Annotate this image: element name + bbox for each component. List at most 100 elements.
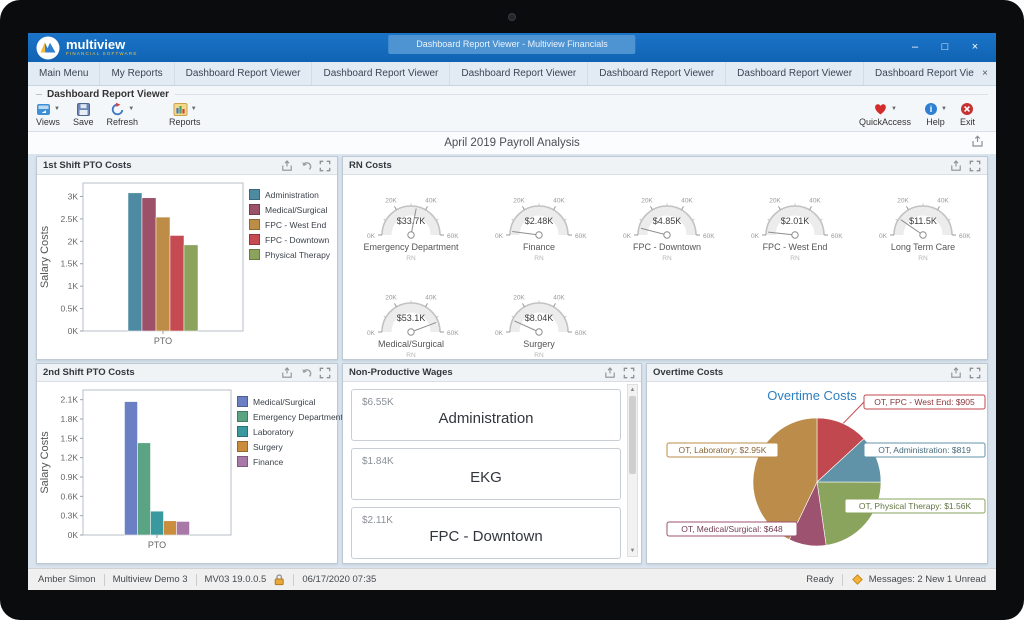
bar-physical-therapy[interactable] xyxy=(184,245,198,331)
legend-item-medical-surgical[interactable]: Medical/Surgical xyxy=(249,204,330,215)
gauge-tick-label: 0K xyxy=(367,233,376,240)
dropdown-caret-icon[interactable]: ▼ xyxy=(128,106,134,112)
expand-icon[interactable] xyxy=(969,160,981,172)
gauge-long-term-care[interactable]: 0K20K40K60K$11.5KLong Term CareRN xyxy=(861,177,989,274)
tab-dashboard-report-viewer-4[interactable]: Dashboard Report Viewer xyxy=(450,62,588,85)
dropdown-caret-icon[interactable]: ▼ xyxy=(891,106,897,112)
tab-dashboard-report-viewer-3[interactable]: Dashboard Report Viewer xyxy=(312,62,450,85)
legend-item-medical-surgical[interactable]: Medical/Surgical xyxy=(237,396,343,407)
window-titlebar: multiview FINANCIAL SOFTWARE Dashboard R… xyxy=(28,33,996,62)
gauge-label: Medical/Surgical xyxy=(378,339,444,349)
tab-main-menu-0[interactable]: Main Menu xyxy=(28,62,100,85)
expand-icon[interactable] xyxy=(623,367,635,379)
bar-emergency-department[interactable] xyxy=(138,443,151,535)
legend-label: Physical Therapy xyxy=(265,250,330,260)
export-icon[interactable] xyxy=(950,367,962,379)
bar-administration[interactable] xyxy=(128,193,142,331)
bar-surgery[interactable] xyxy=(164,521,177,535)
legend-item-surgery[interactable]: Surgery xyxy=(237,441,343,452)
wage-card-ekg[interactable]: $1.84KEKG xyxy=(351,448,621,500)
gauge-sublabel: RN xyxy=(534,352,544,359)
2nd-shift-pto-costs-svg: 0K0.3K0.6K0.9K1.2K1.5K1.8K2.1KPTOSalary … xyxy=(37,382,237,561)
gauge-tick-label: 0K xyxy=(495,233,504,240)
gauge-value: $11.5K xyxy=(909,216,937,226)
export-icon[interactable] xyxy=(281,367,293,379)
exit-button[interactable]: Exit xyxy=(960,101,975,127)
window-title: Dashboard Report Viewer - Multiview Fina… xyxy=(388,35,635,54)
status-environment: Multiview Demo 3 xyxy=(113,574,188,585)
gauge-tick-label: 20K xyxy=(641,197,653,204)
legend-item-physical-therapy[interactable]: Physical Therapy xyxy=(249,249,330,260)
legend-swatch xyxy=(249,204,260,215)
gauge-fpc-west-end[interactable]: 0K20K40K60K$2.01KFPC - West EndRN xyxy=(733,177,861,274)
legend-item-finance[interactable]: Finance xyxy=(237,456,343,467)
gauge-label: Surgery xyxy=(523,339,555,349)
tab-dashboard-report-viewer-5[interactable]: Dashboard Report Viewer xyxy=(588,62,726,85)
save-button[interactable]: Save xyxy=(73,101,94,127)
export-icon[interactable] xyxy=(971,135,984,148)
lock-icon xyxy=(273,573,285,586)
undo-icon[interactable] xyxy=(300,367,312,379)
scroll-down-icon[interactable]: ▼ xyxy=(628,546,637,556)
gauge-medical-surgical[interactable]: 0K20K40K60K$53.1KMedical/SurgicalRN xyxy=(349,274,477,371)
tabstrip-close-icon[interactable]: × xyxy=(974,62,996,84)
legend-item-fpc-west-end[interactable]: FPC - West End xyxy=(249,219,330,230)
refresh-icon xyxy=(110,102,125,117)
quickaccess-button[interactable]: ▼QuickAccess xyxy=(859,101,911,127)
dropdown-caret-icon[interactable]: ▼ xyxy=(941,106,947,112)
gauge-finance[interactable]: 0K20K40K60K$2.48KFinanceRN xyxy=(477,177,605,274)
export-icon[interactable] xyxy=(281,160,293,172)
minimize-button[interactable]: – xyxy=(900,33,930,62)
dropdown-caret-icon[interactable]: ▼ xyxy=(54,106,60,112)
views-button[interactable]: ▼Views xyxy=(36,101,60,127)
tab-dashboard-report-viewer-6[interactable]: Dashboard Report Viewer xyxy=(726,62,864,85)
wage-value: $1.84K xyxy=(362,456,394,467)
bar-fpc-downtown[interactable] xyxy=(170,235,184,331)
scroll-up-icon[interactable]: ▲ xyxy=(628,385,637,395)
bar-finance[interactable] xyxy=(177,521,190,535)
bar-medical-surgical[interactable] xyxy=(125,402,138,535)
undo-icon[interactable] xyxy=(300,160,312,172)
close-button[interactable]: × xyxy=(960,33,990,62)
legend-item-emergency-department[interactable]: Emergency Department xyxy=(237,411,343,422)
gauge-fpc-downtown[interactable]: 0K20K40K60K$4.85KFPC - DowntownRN xyxy=(605,177,733,274)
gauge-tick-label: 40K xyxy=(681,197,693,204)
maximize-button[interactable]: □ xyxy=(930,33,960,62)
legend-item-administration[interactable]: Administration xyxy=(249,189,330,200)
refresh-button[interactable]: ▼Refresh xyxy=(106,101,138,127)
export-icon[interactable] xyxy=(604,367,616,379)
legend-swatch xyxy=(237,426,248,437)
legend-swatch xyxy=(237,396,248,407)
legend-label: Finance xyxy=(253,457,283,467)
expand-icon[interactable] xyxy=(319,160,331,172)
tab-my-reports-1[interactable]: My Reports xyxy=(100,62,174,85)
gauge-sublabel: RN xyxy=(534,255,544,262)
status-messages[interactable]: Messages: 2 New 1 Unread xyxy=(869,574,986,585)
dropdown-caret-icon[interactable]: ▼ xyxy=(191,106,197,112)
scroll-thumb[interactable] xyxy=(629,396,636,474)
bar-medical-surgical[interactable] xyxy=(142,198,156,331)
gauge-emergency-department[interactable]: 0K20K40K60K$33.7KEmergency DepartmentRN xyxy=(349,177,477,274)
legend-swatch xyxy=(237,456,248,467)
bar-laboratory[interactable] xyxy=(151,511,164,535)
bar-fpc-west-end[interactable] xyxy=(156,217,170,331)
expand-icon[interactable] xyxy=(319,367,331,379)
legend-item-fpc-downtown[interactable]: FPC - Downtown xyxy=(249,234,330,245)
tab-label: My Reports xyxy=(111,68,162,79)
reports-button[interactable]: ▼Reports xyxy=(169,101,201,127)
expand-icon[interactable] xyxy=(969,367,981,379)
tab-label: Dashboard Report Viewer xyxy=(323,68,438,79)
gauge-tick-label: 20K xyxy=(513,294,525,301)
pie-slice-ot-physical-therapy[interactable] xyxy=(817,482,881,545)
gauge-tick-label: 20K xyxy=(897,197,909,204)
export-icon[interactable] xyxy=(950,160,962,172)
wage-card-administration[interactable]: $6.55KAdministration xyxy=(351,389,621,441)
gauge-surgery[interactable]: 0K20K40K60K$8.04KSurgeryRN xyxy=(477,274,605,371)
scrollbar[interactable]: ▲ ▼ xyxy=(627,384,638,557)
help-button[interactable]: i▼Help xyxy=(924,101,947,127)
status-ready: Ready xyxy=(806,574,833,585)
tab-strip: Main Menu My Reports Dashboard Report View… xyxy=(28,62,996,86)
wage-card-fpc-downtown[interactable]: $2.11KFPC - Downtown xyxy=(351,507,621,559)
tab-dashboard-report-viewer-2[interactable]: Dashboard Report Viewer xyxy=(175,62,313,85)
legend-item-laboratory[interactable]: Laboratory xyxy=(237,426,343,437)
